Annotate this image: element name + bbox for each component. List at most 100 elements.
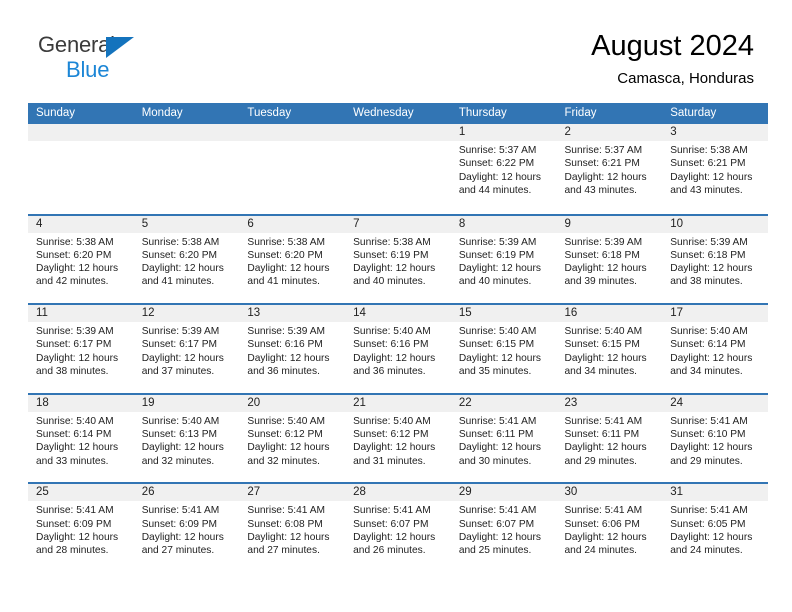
daylight-text-cont: and 30 minutes. <box>458 455 532 467</box>
calendar-day-cell[interactable]: 25 Sunrise: 5:41 AM Sunset: 6:09 PM Dayligh… <box>28 484 134 572</box>
sunrise-text: Sunrise: 5:41 AM <box>670 505 748 517</box>
day-number: 13 <box>239 305 346 323</box>
calendar-day-cell-empty <box>239 124 346 214</box>
day-details: Sunrise: 5:38 AM Sunset: 6:21 PM Daylight:… <box>662 141 768 197</box>
calendar-day-cell[interactable]: 19 Sunrise: 5:40 AM Sunset: 6:13 PM Dayligh… <box>133 394 240 483</box>
day-details <box>345 141 451 144</box>
calendar-day-cell[interactable]: 17 Sunrise: 5:40 AM Sunset: 6:14 PM Dayligh… <box>662 305 768 393</box>
day-details: Sunrise: 5:40 AM Sunset: 6:14 PM Daylight:… <box>28 412 134 468</box>
calendar-day-cell[interactable]: 14 Sunrise: 5:40 AM Sunset: 6:16 PM Dayligh… <box>345 305 451 393</box>
day-details <box>239 141 345 144</box>
daylight-text-cont: and 43 minutes. <box>670 184 743 196</box>
day-number <box>28 124 134 141</box>
sunrise-text: Sunrise: 5:41 AM <box>670 415 748 427</box>
calendar-day-cell[interactable]: 9 Sunrise: 5:39 AM Sunset: 6:18 PM Daylight… <box>556 215 663 304</box>
calendar-day-cell[interactable]: 2 Sunrise: 5:37 AM Sunset: 6:21 PM Daylight… <box>556 124 663 214</box>
calendar-day-cell[interactable]: 27 Sunrise: 5:41 AM Sunset: 6:08 PM Dayligh… <box>239 484 346 572</box>
daylight-text: Daylight: 12 hours <box>458 263 541 275</box>
daylight-text: Daylight: 12 hours <box>141 531 224 543</box>
calendar-day-cell[interactable]: 5 Sunrise: 5:38 AM Sunset: 6:20 PM Daylight… <box>133 215 240 304</box>
daylight-text-cont: and 33 minutes. <box>36 455 109 467</box>
sunset-text: Sunset: 6:11 PM <box>564 429 640 441</box>
day-details: Sunrise: 5:40 AM Sunset: 6:12 PM Daylight:… <box>345 412 451 468</box>
calendar-week-row: 11 Sunrise: 5:39 AM Sunset: 6:17 PM Dayligh… <box>28 303 768 393</box>
day-details: Sunrise: 5:41 AM Sunset: 6:07 PM Daylight:… <box>345 501 451 557</box>
calendar-day-cell[interactable]: 1 Sunrise: 5:37 AM Sunset: 6:22 PM Daylight… <box>450 124 557 214</box>
day-of-week-header-sunday: Sunday <box>36 107 76 119</box>
daylight-text: Daylight: 12 hours <box>353 352 436 364</box>
day-number: 21 <box>345 394 451 412</box>
daylight-text-cont: and 29 minutes. <box>564 455 638 467</box>
calendar-day-cell[interactable]: 16 Sunrise: 5:40 AM Sunset: 6:15 PM Dayligh… <box>556 305 663 393</box>
daylight-text: Daylight: 12 hours <box>36 531 119 543</box>
sunset-text: Sunset: 6:11 PM <box>458 429 534 441</box>
calendar-day-cell[interactable]: 4 Sunrise: 5:38 AM Sunset: 6:20 PM Daylight… <box>28 215 134 304</box>
sunrise-text: Sunrise: 5:38 AM <box>353 236 431 248</box>
daylight-text: Daylight: 12 hours <box>247 531 330 543</box>
calendar-day-cell[interactable]: 22 Sunrise: 5:41 AM Sunset: 6:11 PM Dayligh… <box>450 394 557 483</box>
sunset-text: Sunset: 6:14 PM <box>670 339 746 351</box>
calendar-day-cell[interactable]: 10 Sunrise: 5:39 AM Sunset: 6:18 PM Dayligh… <box>662 215 768 304</box>
daylight-text-cont: and 38 minutes. <box>36 366 109 378</box>
daylight-text: Daylight: 12 hours <box>247 352 330 364</box>
sunset-text: Sunset: 6:16 PM <box>353 339 429 351</box>
sunset-text: Sunset: 6:18 PM <box>564 249 640 261</box>
calendar-day-cell[interactable]: 21 Sunrise: 5:40 AM Sunset: 6:12 PM Dayligh… <box>345 394 451 483</box>
calendar-day-cell[interactable]: 23 Sunrise: 5:41 AM Sunset: 6:11 PM Dayligh… <box>556 394 663 483</box>
sunrise-text: Sunrise: 5:40 AM <box>36 415 114 427</box>
day-number: 18 <box>28 394 134 412</box>
daylight-text-cont: and 32 minutes. <box>141 455 215 467</box>
calendar-day-cell[interactable]: 6 Sunrise: 5:38 AM Sunset: 6:20 PM Daylight… <box>239 215 346 304</box>
sunrise-text: Sunrise: 5:41 AM <box>564 415 643 427</box>
calendar-day-cell[interactable]: 12 Sunrise: 5:39 AM Sunset: 6:17 PM Dayligh… <box>133 305 240 393</box>
calendar-day-cell[interactable]: 13 Sunrise: 5:39 AM Sunset: 6:16 PM Dayligh… <box>239 305 346 393</box>
calendar-weeks: 1 Sunrise: 5:37 AM Sunset: 6:22 PM Daylight… <box>28 124 768 572</box>
daylight-text-cont: and 44 minutes. <box>458 184 532 196</box>
calendar-week-row: 1 Sunrise: 5:37 AM Sunset: 6:22 PM Daylight… <box>28 124 768 214</box>
day-of-week-header-thursday: Thursday <box>458 107 507 119</box>
day-details: Sunrise: 5:37 AM Sunset: 6:22 PM Daylight:… <box>451 141 557 197</box>
brand-logo[interactable]: General Blue <box>38 33 168 89</box>
brand-name-general: General <box>38 32 115 57</box>
sunrise-text: Sunrise: 5:40 AM <box>564 326 643 338</box>
day-details: Sunrise: 5:41 AM Sunset: 6:06 PM Daylight:… <box>557 501 663 557</box>
brand-triangle-icon <box>106 37 134 58</box>
day-number: 24 <box>662 394 768 412</box>
daylight-text: Daylight: 12 hours <box>564 531 647 543</box>
calendar-day-cell[interactable]: 30 Sunrise: 5:41 AM Sunset: 6:06 PM Dayligh… <box>556 484 663 572</box>
sunrise-text: Sunrise: 5:39 AM <box>670 236 748 248</box>
calendar-day-cell[interactable]: 15 Sunrise: 5:40 AM Sunset: 6:15 PM Dayligh… <box>450 305 557 393</box>
daylight-text-cont: and 24 minutes. <box>564 545 638 557</box>
calendar-day-cell[interactable]: 8 Sunrise: 5:39 AM Sunset: 6:19 PM Daylight… <box>450 215 557 304</box>
calendar-day-cell[interactable]: 28 Sunrise: 5:41 AM Sunset: 6:07 PM Dayligh… <box>345 484 451 572</box>
calendar-day-cell[interactable]: 18 Sunrise: 5:40 AM Sunset: 6:14 PM Dayligh… <box>28 394 134 483</box>
calendar-day-cell[interactable]: 3 Sunrise: 5:38 AM Sunset: 6:21 PM Daylight… <box>662 124 768 214</box>
daylight-text-cont: and 40 minutes. <box>458 276 532 288</box>
sunset-text: Sunset: 6:16 PM <box>247 339 323 351</box>
calendar-day-cell[interactable]: 31 Sunrise: 5:41 AM Sunset: 6:05 PM Dayligh… <box>662 484 768 572</box>
day-details: Sunrise: 5:37 AM Sunset: 6:21 PM Daylight:… <box>557 141 663 197</box>
calendar-day-cell-empty <box>345 124 451 214</box>
sunrise-text: Sunrise: 5:41 AM <box>247 505 325 517</box>
page-title: August 2024 <box>591 30 754 62</box>
sunset-text: Sunset: 6:15 PM <box>564 339 640 351</box>
daylight-text: Daylight: 12 hours <box>564 442 647 454</box>
day-number <box>345 124 451 141</box>
calendar-day-cell[interactable]: 11 Sunrise: 5:39 AM Sunset: 6:17 PM Dayligh… <box>28 305 134 393</box>
day-number: 3 <box>662 124 768 141</box>
sunset-text: Sunset: 6:12 PM <box>353 429 429 441</box>
calendar-day-cell[interactable]: 20 Sunrise: 5:40 AM Sunset: 6:12 PM Dayligh… <box>239 394 346 483</box>
daylight-text-cont: and 25 minutes. <box>458 545 532 557</box>
day-details: Sunrise: 5:41 AM Sunset: 6:07 PM Daylight:… <box>451 501 557 557</box>
daylight-text-cont: and 34 minutes. <box>564 366 638 378</box>
daylight-text-cont: and 32 minutes. <box>247 455 320 467</box>
day-details: Sunrise: 5:39 AM Sunset: 6:18 PM Daylight:… <box>557 233 663 289</box>
calendar-day-cell[interactable]: 29 Sunrise: 5:41 AM Sunset: 6:07 PM Dayligh… <box>450 484 557 572</box>
day-details: Sunrise: 5:40 AM Sunset: 6:13 PM Daylight:… <box>134 412 240 468</box>
calendar-day-cell[interactable]: 7 Sunrise: 5:38 AM Sunset: 6:19 PM Daylight… <box>345 215 451 304</box>
calendar-day-cell[interactable]: 26 Sunrise: 5:41 AM Sunset: 6:09 PM Dayligh… <box>133 484 240 572</box>
calendar-day-cell[interactable]: 24 Sunrise: 5:41 AM Sunset: 6:10 PM Dayligh… <box>662 394 768 483</box>
day-details: Sunrise: 5:38 AM Sunset: 6:19 PM Daylight:… <box>345 233 451 289</box>
day-number: 16 <box>556 305 663 323</box>
sunrise-text: Sunrise: 5:37 AM <box>458 145 537 156</box>
